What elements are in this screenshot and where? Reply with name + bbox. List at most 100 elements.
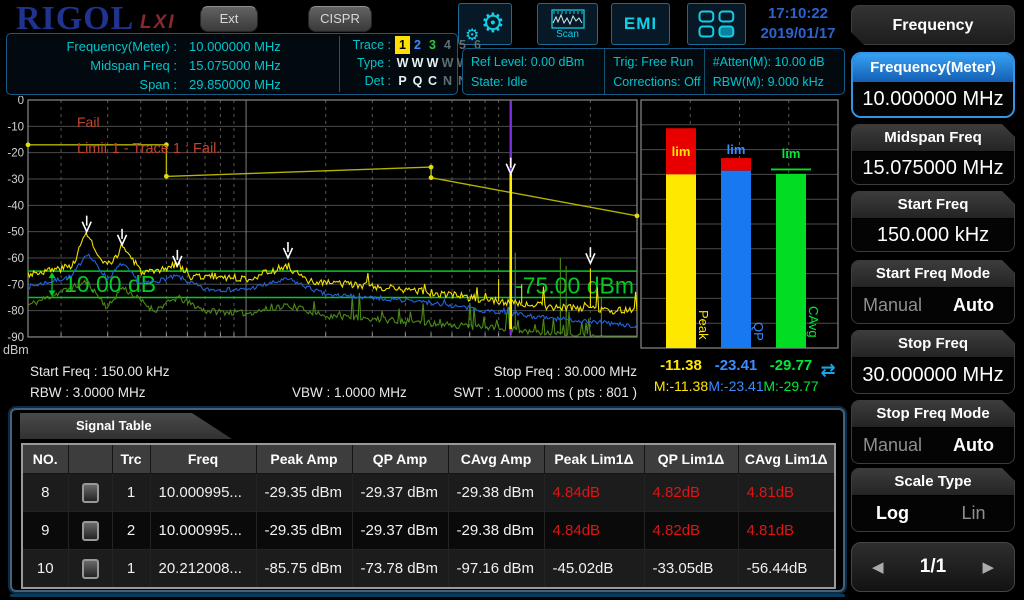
trig-corrections: Trig: Free Run Corrections: Off	[604, 49, 703, 94]
page-indicator: ◀ 1/1 ▶	[851, 542, 1015, 592]
table-row[interactable]: 10120.212008...-85.75 dBm-73.78 dBm-97.1…	[22, 550, 835, 589]
status-value: 15.075000 MHz	[189, 58, 281, 73]
menu-item-start-freq[interactable]: Start Freq 150.000 kHz	[851, 191, 1015, 252]
cispr-button[interactable]: CISPR	[308, 6, 372, 32]
table-cell: -29.37 dBm	[352, 474, 448, 512]
table-cell	[68, 474, 112, 512]
table-cell: -85.75 dBm	[256, 550, 352, 589]
col-trc: Trc	[112, 444, 150, 474]
svg-text:lim: lim	[727, 142, 746, 157]
table-cell: -97.16 dBm	[448, 550, 544, 589]
svg-text:-11.38: -11.38	[660, 357, 702, 374]
grid-icon	[697, 9, 737, 39]
table-cell	[68, 512, 112, 550]
clock: 17:10:22 2019/01/17	[750, 4, 846, 44]
table-cell: 4.82dB	[644, 474, 738, 512]
table-cell: -29.35 dBm	[256, 474, 352, 512]
trace-2[interactable]: 2	[410, 36, 425, 54]
ref-level-state: Ref Level: 0.00 dBm State: Idle	[463, 49, 604, 94]
svg-text:-60: -60	[7, 253, 24, 265]
svg-text:Stop Freq : 30.000 MHz: Stop Freq : 30.000 MHz	[494, 364, 638, 379]
status-label: Span :	[7, 75, 177, 94]
svg-text:-40: -40	[7, 200, 24, 212]
table-header-row: NO. Trc Freq Peak Amp QP Amp CAvg Amp Pe…	[22, 444, 835, 474]
table-cell: -73.78 dBm	[352, 550, 448, 589]
trace-status: Trace :123456 Type :WWWWWW Det :PQCNNN	[339, 36, 462, 92]
svg-text:-80: -80	[7, 306, 24, 318]
panel-bottom-edge	[10, 594, 845, 597]
status-value: 29.850000 MHz	[189, 77, 281, 92]
time: 17:10:22	[750, 4, 846, 24]
table-row[interactable]: 9210.000995...-29.35 dBm-29.37 dBm-29.38…	[22, 512, 835, 550]
menu-item-frequency-meter[interactable]: Frequency(Meter) 10.000000 MHz	[851, 52, 1015, 118]
emi-mode-button[interactable]: EMI	[611, 3, 670, 45]
trace-4[interactable]: 4	[440, 36, 455, 54]
lxi-logo: LXI	[140, 12, 176, 34]
signal-table: NO. Trc Freq Peak Amp QP Amp CAvg Amp Pe…	[21, 443, 836, 589]
table-cell: 4.84dB	[544, 512, 644, 550]
option-manual[interactable]: Manual	[852, 435, 933, 456]
date: 2019/01/17	[750, 24, 846, 44]
table-cell: -56.44dB	[738, 550, 835, 589]
scan-label: Scan	[556, 29, 579, 40]
svg-text:-30: -30	[7, 174, 24, 186]
prev-page-icon[interactable]: ◀	[872, 558, 884, 576]
svg-text:Fail: Fail	[77, 114, 100, 130]
table-cell: 10	[22, 550, 68, 589]
screen: { "header": { "brand": "RIGOL", "brand_s…	[0, 0, 1024, 600]
row-checkbox[interactable]	[82, 483, 99, 503]
trace-1[interactable]: 1	[395, 36, 410, 54]
col-select	[68, 444, 112, 474]
svg-text:0: 0	[18, 96, 24, 107]
next-page-icon[interactable]: ▶	[982, 558, 994, 576]
trace-3[interactable]: 3	[425, 36, 440, 54]
menu-item-scale-type[interactable]: Scale Type Log Lin	[851, 468, 1015, 532]
col-cavg-amp: CAvg Amp	[448, 444, 544, 474]
signal-table-tab[interactable]: Signal Table	[20, 413, 232, 439]
scan-button[interactable]: Scan	[537, 3, 598, 45]
status-label: Midspan Freq :	[7, 56, 177, 75]
svg-text:-10: -10	[7, 121, 24, 133]
table-cell: -29.38 dBm	[448, 474, 544, 512]
svg-text:lim: lim	[672, 144, 691, 159]
menu-item-stop-freq[interactable]: Stop Freq 30.000000 MHz	[851, 330, 1015, 394]
option-lin[interactable]: Lin	[933, 503, 1014, 524]
menu-item-stop-freq-mode[interactable]: Stop Freq Mode Manual Auto	[851, 400, 1015, 464]
frequency-status-panel: Frequency(Meter) :10.000000 MHz Midspan …	[6, 33, 458, 95]
col-no: NO.	[22, 444, 68, 474]
svg-text:M:-29.77: M:-29.77	[763, 378, 818, 394]
spectrum-chart: 0-10-20-30-40-50-60-70-80-90dBm10.00 dB-…	[0, 96, 845, 404]
option-manual[interactable]: Manual	[852, 295, 933, 316]
svg-text:-70: -70	[7, 279, 24, 291]
col-peak-lim: Peak Lim1Δ	[544, 444, 644, 474]
table-cell: 10.000995...	[150, 512, 256, 550]
svg-text:-23.41: -23.41	[715, 357, 758, 374]
svg-text:⇄: ⇄	[820, 360, 835, 380]
menu-item-midspan-freq[interactable]: Midspan Freq 15.075000 MHz	[851, 124, 1015, 185]
svg-text:Peak: Peak	[696, 310, 711, 340]
row-checkbox[interactable]	[82, 521, 99, 541]
page-number: 1/1	[920, 556, 946, 578]
svg-text:lim: lim	[782, 146, 801, 161]
table-cell: -29.37 dBm	[352, 512, 448, 550]
trace-type-row: Type :WWWWWW	[344, 54, 462, 72]
option-log[interactable]: Log	[852, 503, 933, 524]
table-cell: 4.82dB	[644, 512, 738, 550]
table-cell: 8	[22, 474, 68, 512]
option-auto[interactable]: Auto	[933, 295, 1014, 316]
table-cell: 20.212008...	[150, 550, 256, 589]
ext-button[interactable]: Ext	[200, 6, 258, 32]
row-checkbox[interactable]	[82, 559, 99, 579]
menu-item-start-freq-mode[interactable]: Start Freq Mode Manual Auto	[851, 260, 1015, 324]
col-qp-amp: QP Amp	[352, 444, 448, 474]
table-row[interactable]: 8110.000995...-29.35 dBm-29.37 dBm-29.38…	[22, 474, 835, 512]
layout-button[interactable]	[687, 3, 746, 45]
col-qp-lim: QP Lim1Δ	[644, 444, 738, 474]
table-cell: 4.84dB	[544, 474, 644, 512]
svg-text:CAvg: CAvg	[806, 306, 821, 338]
option-auto[interactable]: Auto	[933, 435, 1014, 456]
svg-text:Limit 1 - Trace 1 : Fail.: Limit 1 - Trace 1 : Fail.	[77, 141, 220, 157]
table-cell: 2	[112, 512, 150, 550]
col-cavg-lim: CAvg Lim1Δ	[738, 444, 835, 474]
col-freq: Freq	[150, 444, 256, 474]
